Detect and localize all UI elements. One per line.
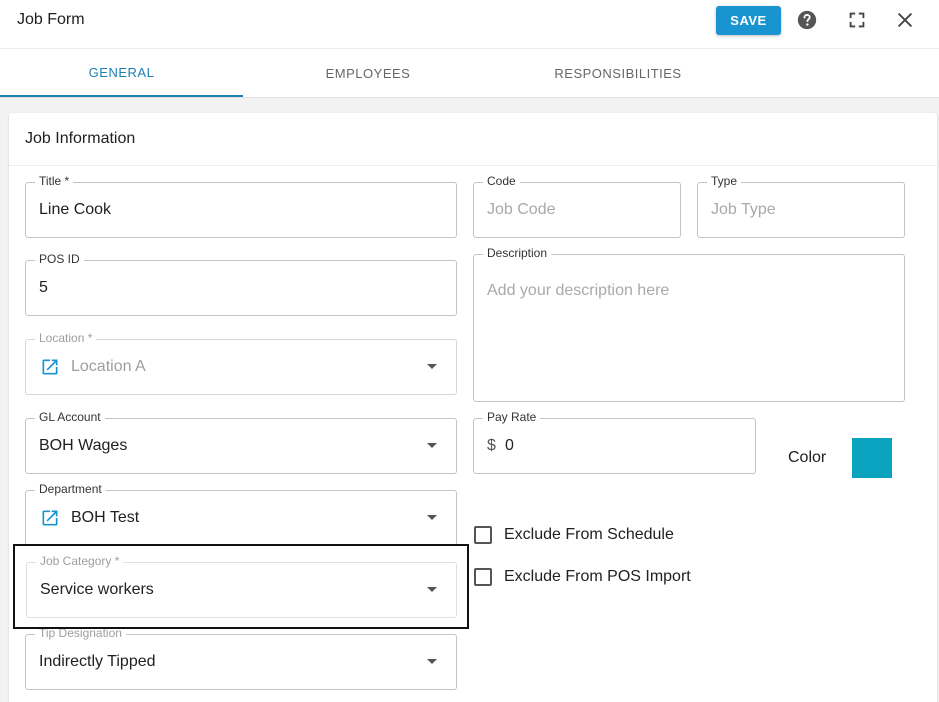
- color-label: Color: [788, 449, 827, 466]
- type-label: Type: [707, 174, 742, 188]
- description-placeholder: Add your description here: [487, 282, 670, 299]
- help-icon[interactable]: [796, 9, 818, 31]
- gl-account-value: BOH Wages: [39, 437, 128, 454]
- highlight-box: [13, 544, 469, 629]
- title-value: Line Cook: [39, 201, 112, 218]
- type-placeholder: Job Type: [711, 201, 776, 218]
- tab-responsibilities[interactable]: RESPONSIBILITIES: [493, 49, 743, 97]
- gl-account-select[interactable]: GL Account BOH Wages: [25, 410, 457, 474]
- close-icon[interactable]: [894, 9, 916, 31]
- open-in-new-icon[interactable]: [40, 357, 60, 377]
- save-button[interactable]: SAVE: [716, 6, 781, 35]
- gl-account-label: GL Account: [35, 410, 105, 424]
- pos-id-label: POS ID: [35, 252, 84, 266]
- location-select: Location * Location A: [25, 331, 457, 395]
- exclude-from-pos-import-label: Exclude From POS Import: [504, 568, 691, 585]
- tab-bar: GENERAL EMPLOYEES RESPONSIBILITIES: [0, 48, 939, 98]
- exclude-from-schedule-row[interactable]: Exclude From Schedule: [474, 524, 674, 546]
- open-in-new-icon[interactable]: [40, 508, 60, 528]
- color-swatch[interactable]: [852, 438, 892, 478]
- dialog-title: Job Form: [17, 11, 85, 28]
- section-divider: [9, 165, 937, 166]
- code-placeholder: Job Code: [487, 201, 556, 218]
- location-value: Location A: [71, 358, 146, 375]
- chevron-down-icon: [427, 364, 437, 369]
- exclude-from-schedule-label: Exclude From Schedule: [504, 526, 674, 543]
- section-title: Job Information: [25, 130, 136, 147]
- dialog-header: Job Form SAVE: [0, 0, 939, 48]
- pos-id-field[interactable]: POS ID 5: [25, 252, 457, 316]
- tip-designation-select[interactable]: Tip Designation Indirectly Tipped: [25, 626, 457, 690]
- chevron-down-icon: [427, 443, 437, 448]
- pay-rate-label: Pay Rate: [483, 410, 541, 424]
- pos-id-value: 5: [39, 279, 48, 296]
- code-field[interactable]: Code Job Code: [473, 174, 681, 238]
- tip-designation-value: Indirectly Tipped: [39, 653, 156, 670]
- description-field[interactable]: Description Add your description here: [473, 246, 905, 402]
- location-label: Location *: [35, 331, 97, 345]
- exclude-from-pos-import-checkbox[interactable]: [474, 568, 492, 586]
- description-label: Description: [483, 246, 552, 260]
- exclude-from-schedule-checkbox[interactable]: [474, 526, 492, 544]
- chevron-down-icon: [427, 659, 437, 664]
- department-label: Department: [35, 482, 106, 496]
- pay-rate-field[interactable]: Pay Rate $ 0: [473, 410, 756, 474]
- tab-general[interactable]: GENERAL: [0, 49, 243, 97]
- department-select[interactable]: Department BOH Test: [25, 482, 457, 546]
- type-field[interactable]: Type Job Type: [697, 174, 905, 238]
- chevron-down-icon: [427, 515, 437, 520]
- title-label: Title *: [35, 174, 74, 188]
- department-value: BOH Test: [71, 509, 140, 526]
- pay-rate-prefix: $: [487, 437, 496, 454]
- title-field[interactable]: Title * Line Cook: [25, 174, 457, 238]
- tab-employees[interactable]: EMPLOYEES: [243, 49, 493, 97]
- fullscreen-icon[interactable]: [846, 9, 868, 31]
- exclude-from-pos-import-row[interactable]: Exclude From POS Import: [474, 566, 691, 588]
- pay-rate-value: 0: [505, 437, 514, 454]
- code-label: Code: [483, 174, 520, 188]
